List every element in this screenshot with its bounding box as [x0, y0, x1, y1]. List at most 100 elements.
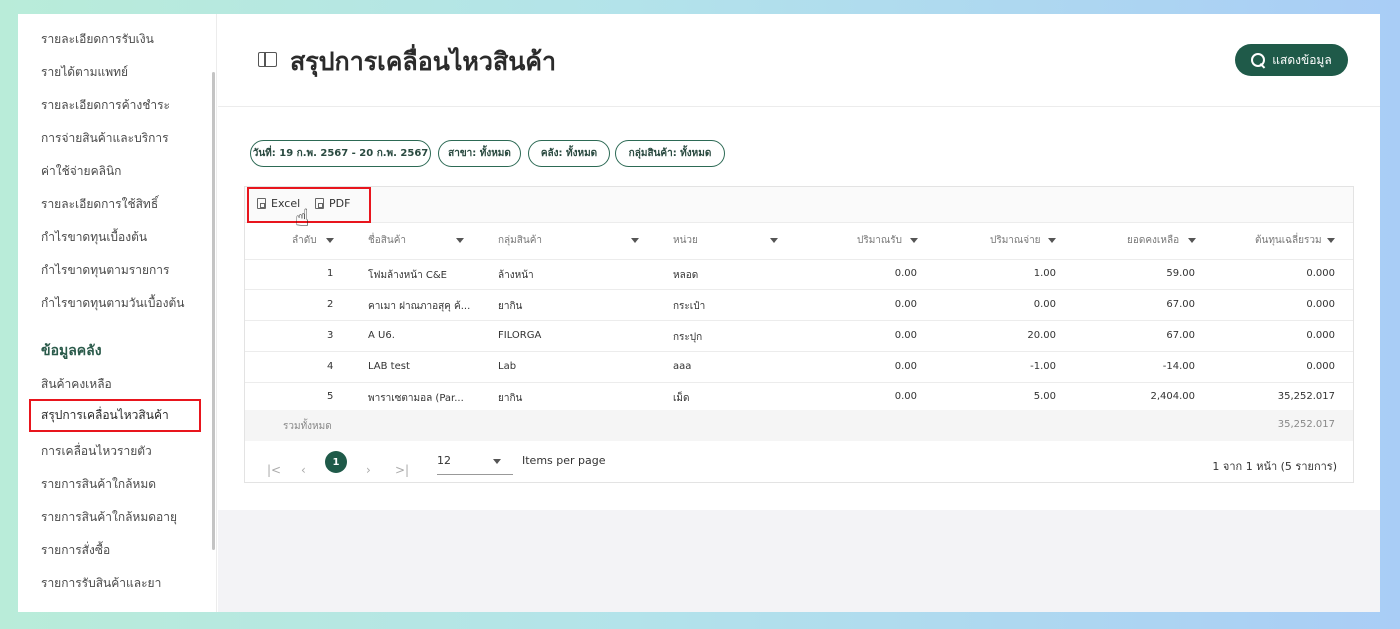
sort-qty-in-icon[interactable]	[910, 238, 918, 243]
cell-avg-cost: 0.000	[1306, 330, 1335, 341]
cell-balance: 59.00	[1166, 268, 1195, 279]
cell-balance: 2,404.00	[1150, 391, 1195, 402]
cell-product-name: A U6.	[368, 330, 395, 341]
sidebar-item-purchase-orders[interactable]: รายการสั่งซื้อ	[41, 541, 110, 560]
cell-qty-in: 0.00	[894, 391, 917, 402]
header-divider	[218, 106, 1380, 107]
column-header-avg-cost: ต้นทุนเฉลี่ยรวม	[1255, 235, 1322, 246]
excel-file-icon	[257, 198, 266, 209]
row-divider	[245, 351, 1353, 352]
header-divider-line	[245, 259, 1353, 260]
sidebar-item-movement-summary[interactable]: สรุปการเคลื่อนไหวสินค้า	[29, 399, 201, 432]
sidebar-item-near-expiry[interactable]: รายการสินค้าใกล้หมดอายุ	[41, 508, 177, 527]
cell-qty-in: 0.00	[894, 361, 917, 372]
sort-product-name-icon[interactable]	[456, 238, 464, 243]
last-page-icon[interactable]: >|	[395, 463, 409, 477]
sidebar-panel-icon[interactable]	[258, 52, 277, 67]
sidebar-item-outstanding[interactable]: รายละเอียดการค้างชำระ	[41, 96, 170, 115]
filter-chip-warehouse[interactable]: คลัง: ทั้งหมด	[528, 140, 610, 167]
column-header-qty-out: ปริมาณจ่าย	[990, 235, 1041, 246]
show-data-label: แสดงข้อมูล	[1272, 52, 1332, 67]
sidebar-item-product-service-payout[interactable]: การจ่ายสินค้าและบริการ	[41, 129, 169, 148]
filter-chip-date[interactable]: วันที่: 19 ก.พ. 2567 - 20 ก.พ. 2567	[250, 140, 431, 167]
excel-export-button[interactable]: Excel	[257, 197, 300, 210]
sort-index-icon[interactable]	[326, 238, 334, 243]
cell-qty-in: 0.00	[894, 268, 917, 279]
cell-product-name: คาเมา ฝาณภาอสุคุ ค้...	[368, 301, 471, 312]
items-per-page-value: 12	[437, 454, 451, 467]
cell-product-group: Lab	[498, 361, 517, 372]
search-icon	[1251, 52, 1266, 68]
sort-product-group-icon[interactable]	[631, 238, 639, 243]
cell-qty-out: 1.00	[1033, 268, 1056, 279]
cell-qty-out: 5.00	[1033, 391, 1056, 402]
sidebar-item-item-movement[interactable]: การเคลื่อนไหวรายตัว	[41, 442, 152, 461]
cell-unit: aaa	[673, 361, 692, 372]
cell-product-name: พาราเซตามอล (Par...	[368, 393, 464, 404]
items-per-page-label: Items per page	[522, 454, 606, 467]
cell-avg-cost: 0.000	[1306, 361, 1335, 372]
filter-chip-product-group[interactable]: กลุ่มสินค้า: ทั้งหมด	[615, 140, 725, 167]
cell-balance: 67.00	[1166, 299, 1195, 310]
cell-unit: กระปุก	[673, 332, 703, 343]
main-panel: สรุปการเคลื่อนไหวสินค้า แสดงข้อมูล วันที…	[218, 14, 1380, 510]
cell-index: 1	[327, 268, 334, 279]
cell-qty-out: 20.00	[1027, 330, 1056, 341]
total-row: รวมทั้งหมด 35,252.017	[245, 410, 1353, 441]
cell-index: 4	[327, 361, 334, 372]
column-header-product-group: กลุ่มสินค้า	[498, 235, 543, 246]
pdf-label: PDF	[329, 197, 351, 210]
show-data-button[interactable]: แสดงข้อมูล	[1235, 44, 1348, 76]
cell-unit: เม็ด	[673, 393, 690, 404]
sidebar-item-income-by-doctor[interactable]: รายได้ตามแพทย์	[41, 63, 128, 82]
column-header-product-name: ชื่อสินค้า	[368, 235, 407, 246]
column-header-balance: ยอดคงเหลือ	[1127, 235, 1180, 246]
page-number-current[interactable]: 1	[325, 451, 347, 473]
sidebar-item-pnl-by-day[interactable]: กำไรขาดทุนตามวันเบื้องต้น	[41, 294, 185, 313]
sidebar: รายละเอียดการรับเงิน รายได้ตามแพทย์ รายล…	[18, 14, 217, 612]
cell-qty-in: 0.00	[894, 330, 917, 341]
pdf-export-button[interactable]: PDF	[315, 197, 350, 210]
cell-avg-cost: 0.000	[1306, 268, 1335, 279]
cell-avg-cost: 35,252.017	[1277, 391, 1335, 402]
sidebar-item-pnl-by-item[interactable]: กำไรขาดทุนตามรายการ	[41, 261, 169, 280]
sidebar-section-heading: ข้อมูลคลัง	[41, 343, 102, 359]
cell-index: 2	[327, 299, 334, 310]
first-page-icon[interactable]: |<	[267, 463, 281, 477]
cell-qty-out: 0.00	[1033, 299, 1056, 310]
sort-balance-icon[interactable]	[1188, 238, 1196, 243]
cell-product-group: ล้างหน้า	[498, 270, 534, 281]
prev-page-icon[interactable]: ‹	[301, 463, 306, 477]
sidebar-item-stock-remaining[interactable]: สินค้าคงเหลือ	[41, 375, 112, 394]
sidebar-item-receipt-details[interactable]: รายละเอียดการรับเงิน	[41, 30, 154, 49]
column-header-qty-in: ปริมาณรับ	[857, 235, 902, 246]
sort-unit-icon[interactable]	[770, 238, 778, 243]
page-title: สรุปการเคลื่อนไหวสินค้า	[290, 47, 557, 76]
items-per-page-select[interactable]: 12	[437, 449, 513, 475]
sidebar-item-basic-pnl[interactable]: กำไรขาดทุนเบื้องต้น	[41, 228, 147, 247]
filter-chip-branch[interactable]: สาขา: ทั้งหมด	[438, 140, 521, 167]
column-header-index: ลำดับ	[292, 235, 317, 246]
export-toolbar: Excel PDF ☝	[245, 187, 1353, 230]
sidebar-item-clinic-expenses[interactable]: ค่าใช้จ่ายคลินิก	[41, 162, 121, 181]
sidebar-item-entitlement-details[interactable]: รายละเอียดการใช้สิทธิ์	[41, 195, 158, 214]
sidebar-scrollbar[interactable]	[212, 72, 215, 550]
cell-qty-out: -1.00	[1030, 361, 1056, 372]
column-header-unit: หน่วย	[673, 235, 698, 246]
total-value: 35,252.017	[1277, 419, 1335, 430]
cell-product-name: LAB test	[368, 361, 410, 372]
sidebar-item-goods-receipt[interactable]: รายการรับสินค้าและยา	[41, 574, 161, 593]
cell-avg-cost: 0.000	[1306, 299, 1335, 310]
sort-qty-out-icon[interactable]	[1048, 238, 1056, 243]
main-content: สรุปการเคลื่อนไหวสินค้า แสดงข้อมูล วันที…	[218, 14, 1380, 612]
row-divider	[245, 289, 1353, 290]
cell-unit: หลอด	[673, 270, 699, 281]
row-divider	[245, 320, 1353, 321]
cell-qty-in: 0.00	[894, 299, 917, 310]
cell-product-name: โฟมล้างหน้า C&E	[368, 270, 447, 281]
next-page-icon[interactable]: ›	[366, 463, 371, 477]
sidebar-item-low-stock[interactable]: รายการสินค้าใกล้หมด	[41, 475, 156, 494]
chevron-down-icon	[493, 459, 501, 464]
sort-avg-cost-icon[interactable]	[1327, 238, 1335, 243]
cell-balance: 67.00	[1166, 330, 1195, 341]
